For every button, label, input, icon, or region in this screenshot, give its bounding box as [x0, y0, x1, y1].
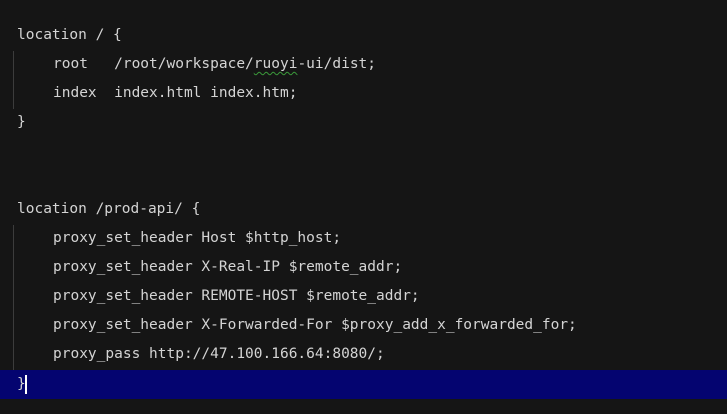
code-line-5[interactable] [0, 137, 727, 166]
code-line-8[interactable]: proxy_set_header Host $http_host; [0, 224, 727, 253]
text-cursor [25, 375, 27, 394]
code-text: proxy_set_header REMOTE-HOST $remote_add… [53, 288, 420, 304]
spellcheck-squiggle-word: ruoyi [253, 56, 298, 72]
code-line-9[interactable]: proxy_set_header X-Real-IP $remote_addr; [0, 253, 727, 282]
code-text: } [17, 114, 26, 130]
code-text-prefix: root /root/workspace/ [53, 56, 254, 72]
code-text: index index.html index.htm; [53, 85, 298, 101]
code-line-3[interactable]: index index.html index.htm; [0, 79, 727, 108]
code-text: location /prod-api/ { [17, 201, 201, 217]
code-line-12[interactable]: proxy_pass http://47.100.166.64:8080/; [0, 340, 727, 369]
code-line-7[interactable]: location /prod-api/ { [0, 195, 727, 224]
code-text: proxy_set_header X-Forwarded-For $proxy_… [53, 317, 577, 333]
code-text-suffix: -ui/dist; [297, 56, 377, 72]
code-text: root /root/workspace/ruoyi-ui/dist; [53, 50, 376, 79]
code-text: proxy_set_header X-Real-IP $remote_addr; [53, 259, 403, 275]
code-editor[interactable]: location / { root /root/workspace/ruoyi-… [0, 0, 727, 414]
code-line-13[interactable]: } [0, 370, 727, 399]
code-line-4[interactable]: } [0, 108, 727, 137]
code-text: location / { [17, 27, 122, 43]
code-text: proxy_pass http://47.100.166.64:8080/; [53, 346, 385, 362]
code-line-11[interactable]: proxy_set_header X-Forwarded-For $proxy_… [0, 311, 727, 340]
code-line-1[interactable]: location / { [0, 21, 727, 50]
code-line-6[interactable] [0, 166, 727, 195]
code-line-10[interactable]: proxy_set_header REMOTE-HOST $remote_add… [0, 282, 727, 311]
code-line-2[interactable]: root /root/workspace/ruoyi-ui/dist; [0, 50, 727, 79]
code-text: proxy_set_header Host $http_host; [53, 230, 342, 246]
